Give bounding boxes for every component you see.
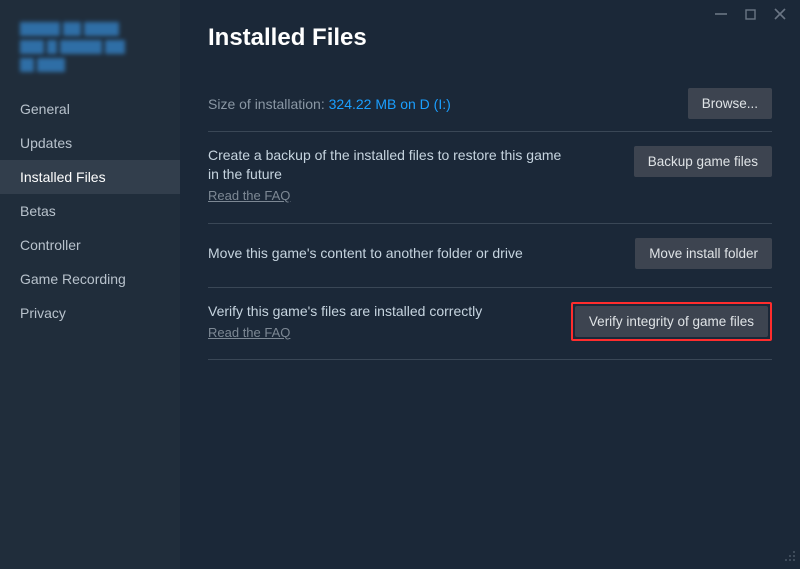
verify-desc-text: Verify this game's files are installed c…: [208, 303, 482, 319]
verify-row: Verify this game's files are installed c…: [208, 287, 772, 361]
sidebar: General Updates Installed Files Betas Co…: [0, 0, 180, 569]
faq-link[interactable]: Read the FAQ: [208, 187, 290, 205]
resize-grip-icon[interactable]: [784, 549, 796, 565]
size-label: Size of installation:: [208, 96, 329, 112]
verify-highlight: Verify integrity of game files: [571, 302, 772, 341]
move-desc: Move this game's content to another fold…: [208, 244, 523, 263]
sidebar-item-label: Betas: [20, 203, 56, 219]
sidebar-item-label: Installed Files: [20, 169, 106, 185]
sidebar-item-updates[interactable]: Updates: [0, 126, 180, 160]
main-panel: Installed Files Size of installation: 32…: [180, 0, 800, 360]
browse-button[interactable]: Browse...: [688, 88, 772, 119]
size-value: 324.22 MB on D (I:): [329, 96, 451, 112]
verify-desc: Verify this game's files are installed c…: [208, 302, 482, 342]
faq-link[interactable]: Read the FAQ: [208, 324, 290, 342]
move-button[interactable]: Move install folder: [635, 238, 772, 269]
sidebar-item-label: Game Recording: [20, 271, 126, 287]
sidebar-item-privacy[interactable]: Privacy: [0, 296, 180, 330]
sidebar-item-label: Controller: [20, 237, 81, 253]
install-size-row: Size of installation: 324.22 MB on D (I:…: [208, 76, 772, 131]
sidebar-item-label: Updates: [20, 135, 72, 151]
sidebar-item-label: General: [20, 101, 70, 117]
sidebar-item-installed-files[interactable]: Installed Files: [0, 160, 180, 194]
page-title: Installed Files: [208, 24, 772, 52]
sidebar-item-label: Privacy: [20, 305, 66, 321]
backup-row: Create a backup of the installed files t…: [208, 131, 772, 223]
backup-button[interactable]: Backup game files: [634, 146, 772, 177]
move-row: Move this game's content to another fold…: [208, 223, 772, 287]
game-name-redacted: [20, 22, 180, 72]
verify-button[interactable]: Verify integrity of game files: [575, 306, 768, 337]
sidebar-item-game-recording[interactable]: Game Recording: [0, 262, 180, 296]
sidebar-item-general[interactable]: General: [0, 92, 180, 126]
sidebar-item-controller[interactable]: Controller: [0, 228, 180, 262]
sidebar-item-betas[interactable]: Betas: [0, 194, 180, 228]
install-size-text: Size of installation: 324.22 MB on D (I:…: [208, 96, 451, 112]
backup-desc-text: Create a backup of the installed files t…: [208, 147, 561, 182]
backup-desc: Create a backup of the installed files t…: [208, 146, 568, 205]
